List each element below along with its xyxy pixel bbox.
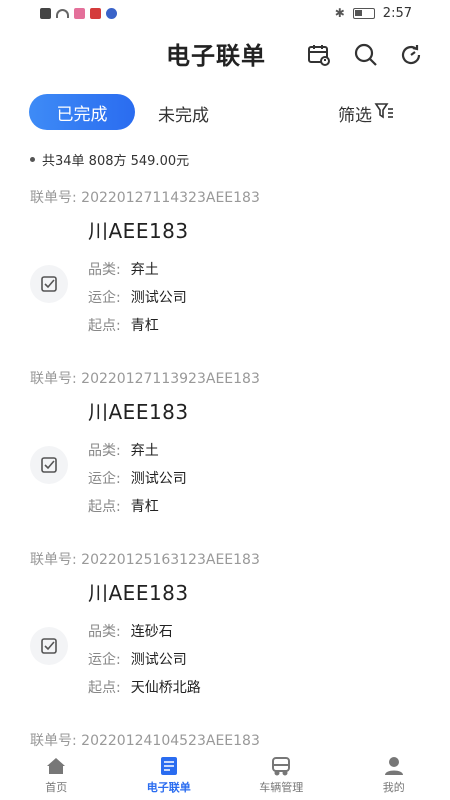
nav-orders-label: 电子联单: [146, 781, 191, 794]
category-value: 连砂石: [130, 624, 173, 640]
order-number-label: 联单号:: [30, 190, 77, 206]
order-number-label: 联单号:: [30, 733, 77, 749]
order-item[interactable]: 联单号: 20220124104523AEE183: [0, 730, 450, 750]
app-header: 电子联单: [0, 34, 450, 74]
status-tabs: 已完成 未完成 筛选: [0, 94, 450, 132]
origin-row: 起点: 青杠: [88, 315, 159, 335]
truck-icon: [272, 757, 291, 776]
bottom-navigation: 首页 电子联单 车辆管理 我的: [0, 750, 450, 800]
category-row: 品类: 连砂石: [88, 621, 173, 641]
company-row: 运企: 测试公司: [88, 287, 187, 307]
app-notification-icon: [74, 7, 85, 19]
home-icon: [47, 758, 66, 774]
category-label: 品类:: [88, 443, 121, 459]
order-number-value: 20220124104523AEE183: [81, 733, 260, 749]
calendar-icon[interactable]: [306, 42, 332, 68]
category-label: 品类:: [88, 624, 121, 640]
category-label: 品类:: [88, 262, 121, 278]
company-row: 运企: 测试公司: [88, 468, 187, 488]
status-time: 2:57: [382, 5, 412, 21]
nav-vehicle-label: 车辆管理: [259, 781, 304, 794]
company-row: 运企: 测试公司: [88, 649, 187, 669]
origin-value: 天仙桥北路: [130, 680, 201, 696]
plate-number: 川AEE183: [88, 219, 189, 243]
category-row: 品类: 弃土: [88, 440, 159, 460]
nav-mine-label: 我的: [382, 781, 405, 794]
document-icon: [160, 757, 177, 775]
battery-icon: [352, 7, 375, 19]
company-value: 测试公司: [130, 290, 187, 306]
plate-number: 川AEE183: [88, 400, 189, 424]
status-bar: ✱ 2:57: [0, 0, 450, 26]
order-item[interactable]: 联单号: 20220125163123AEE183 川AEE183 品类: 连砂石…: [0, 549, 450, 729]
company-value: 测试公司: [130, 652, 187, 668]
order-summary: 共34单 808方 549.00元: [30, 150, 189, 169]
order-number-value: 20220127114323AEE183: [81, 190, 260, 206]
order-item[interactable]: 联单号: 20220127114323AEE183 川AEE183 品类: 弃土 …: [0, 187, 450, 367]
category-row: 品类: 弃土: [88, 259, 159, 279]
status-icons-right: ✱ 2:57: [335, 6, 412, 21]
nav-vehicle-management[interactable]: 车辆管理: [231, 751, 331, 799]
company-label: 运企:: [88, 290, 121, 306]
filter-label: 筛选: [338, 106, 372, 126]
order-number-label: 联单号:: [30, 552, 77, 568]
company-value: 测试公司: [130, 471, 187, 487]
order-number: 联单号: 20220124104523AEE183: [30, 730, 260, 750]
message-notification-icon: [90, 7, 101, 19]
summary-text: 共34单 808方 549.00元: [42, 154, 190, 169]
origin-value: 青杠: [130, 318, 159, 334]
origin-label: 起点:: [88, 680, 121, 696]
bluetooth-icon: ✱: [334, 6, 345, 20]
nav-electronic-orders[interactable]: 电子联单: [119, 751, 219, 799]
nav-home[interactable]: 首页: [6, 751, 106, 799]
bullet-dot: [30, 157, 35, 162]
user-icon: [384, 757, 403, 775]
company-label: 运企:: [88, 652, 121, 668]
plate-number: 川AEE183: [88, 581, 189, 605]
tab-completed[interactable]: 已完成: [29, 94, 135, 130]
check-icon: [30, 265, 68, 303]
order-item[interactable]: 联单号: 20220127113923AEE183 川AEE183 品类: 弃土 …: [0, 368, 450, 548]
nav-mine[interactable]: 我的: [344, 751, 444, 799]
nav-home-label: 首页: [45, 781, 68, 794]
order-number-label: 联单号:: [30, 371, 77, 387]
refresh-icon[interactable]: [398, 42, 424, 68]
filter-button[interactable]: 筛选: [338, 101, 394, 126]
filter-icon: [374, 101, 394, 126]
company-label: 运企:: [88, 471, 121, 487]
order-number: 联单号: 20220127114323AEE183: [30, 187, 260, 207]
order-number-value: 20220125163123AEE183: [81, 552, 260, 568]
browser-notification-icon: [106, 7, 117, 19]
page-title: 电子联单: [166, 42, 266, 70]
order-number-value: 20220127113923AEE183: [81, 371, 260, 387]
category-value: 弃土: [130, 262, 159, 278]
category-value: 弃土: [130, 443, 159, 459]
origin-label: 起点:: [88, 499, 121, 515]
check-icon: [30, 627, 68, 665]
origin-label: 起点:: [88, 318, 121, 334]
origin-row: 起点: 天仙桥北路: [88, 677, 201, 697]
check-icon: [30, 446, 68, 484]
order-number: 联单号: 20220125163123AEE183: [30, 549, 260, 569]
origin-value: 青杠: [130, 499, 159, 515]
search-icon[interactable]: [353, 42, 379, 68]
alert-icon: [40, 7, 51, 19]
order-number: 联单号: 20220127113923AEE183: [30, 368, 260, 388]
tab-uncompleted[interactable]: 未完成: [158, 101, 209, 126]
wifi-icon: [56, 8, 69, 18]
status-icons-left: [40, 7, 117, 19]
origin-row: 起点: 青杠: [88, 496, 159, 516]
